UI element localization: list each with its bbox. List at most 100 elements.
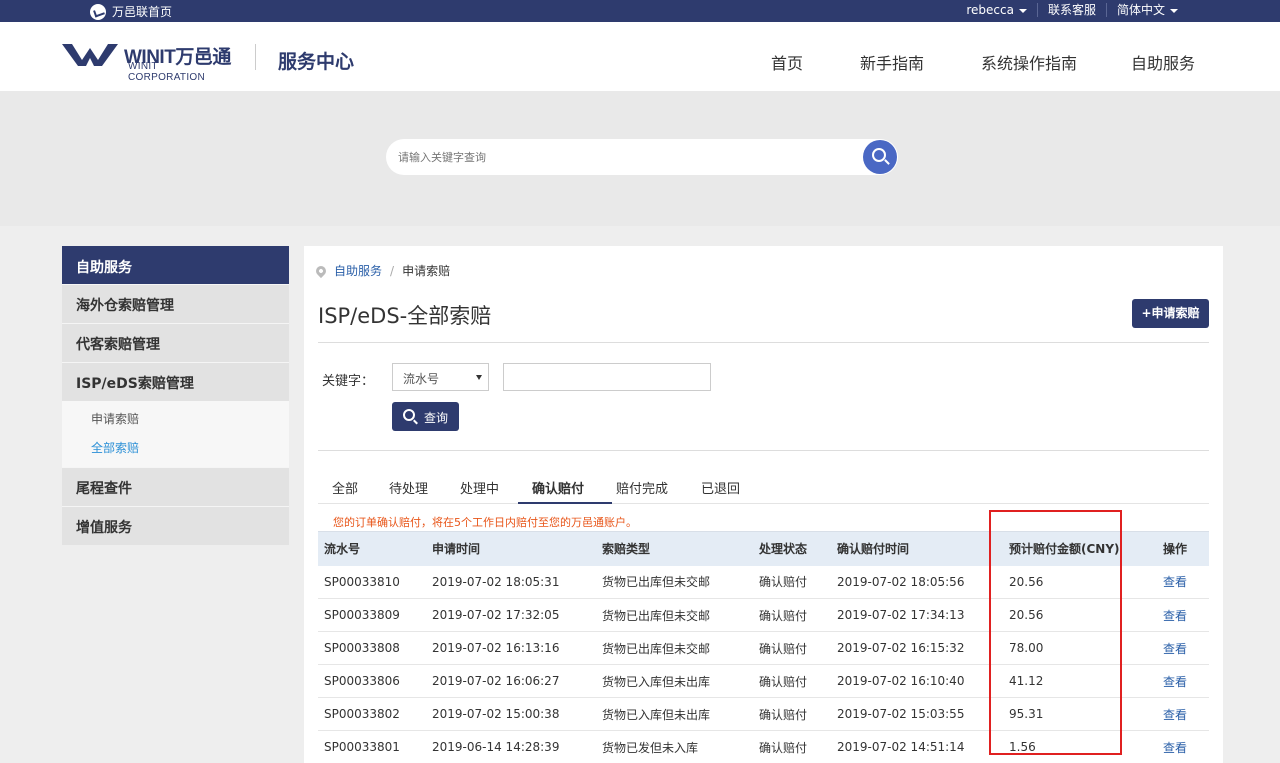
cell-status: 确认赔付	[753, 664, 831, 698]
service-center-title: 服务中心	[278, 51, 355, 73]
status-tabs: 全部 待处理 处理中 确认赔付 赔付完成 已退回	[318, 476, 1209, 504]
cell-serial: SP00033808	[318, 631, 426, 665]
location-pin-icon	[313, 263, 329, 278]
chevron-down-icon	[1170, 8, 1178, 13]
chevron-down-icon	[1018, 8, 1027, 13]
dropdown-arrow-icon	[476, 375, 482, 380]
col-status: 处理状态	[753, 531, 831, 566]
search-button[interactable]	[863, 140, 897, 174]
user-name: rebecca	[966, 3, 1014, 17]
cell-serial: SP00033806	[318, 664, 426, 698]
cell-serial: SP00033809	[318, 598, 426, 632]
sidebar-item-value-added[interactable]: 增值服务	[62, 506, 289, 545]
cell-apply-time: 2019-07-02 17:32:05	[426, 598, 596, 632]
keyword-label: 关键字：	[322, 374, 375, 389]
view-link[interactable]: 查看	[1141, 598, 1209, 632]
cell-claim-type: 货物已入库但未出库	[596, 664, 753, 698]
view-link[interactable]: 查看	[1141, 697, 1209, 731]
sidebar-item-isp-eds-claims[interactable]: ISP/eDS索赔管理	[62, 362, 289, 401]
cell-apply-time: 2019-06-14 14:28:39	[426, 730, 596, 763]
top-bar-right: rebecca 联系客服 简体中文	[956, 3, 1188, 17]
cell-confirm-time: 2019-07-02 14:51:14	[831, 730, 1003, 763]
top-bar: 万邑联首页 rebecca 联系客服 简体中文	[0, 0, 1280, 22]
search-box	[386, 139, 898, 175]
user-menu[interactable]: rebecca	[956, 3, 1037, 17]
language-menu[interactable]: 简体中文	[1105, 3, 1188, 17]
tab-confirmed-payout[interactable]: 确认赔付	[532, 478, 584, 497]
query-button[interactable]: 查询	[392, 402, 459, 431]
view-link[interactable]: 查看	[1141, 565, 1209, 599]
divider	[318, 342, 1209, 343]
sidebar-subitem-all-claims[interactable]: 全部索赔	[62, 434, 289, 463]
cell-claim-type: 货物已入库但未出库	[596, 697, 753, 731]
search-band	[0, 91, 1280, 226]
sidebar-head: 自助服务	[62, 246, 289, 284]
sidebar-item-overseas-claims[interactable]: 海外仓索赔管理	[62, 284, 289, 323]
cell-serial: SP00033810	[318, 565, 426, 599]
cell-claim-type: 货物已发但未入库	[596, 730, 753, 763]
sidebar-item-last-mile-tracking[interactable]: 尾程查件	[62, 467, 289, 506]
cell-apply-time: 2019-07-02 16:13:16	[426, 631, 596, 665]
cell-confirm-time: 2019-07-02 16:10:40	[831, 664, 1003, 698]
nav-home[interactable]: 首页	[771, 50, 803, 74]
nav-self-service[interactable]: 自助服务	[1131, 50, 1195, 74]
cell-claim-type: 货物已出库但未交邮	[596, 598, 753, 632]
tab-returned[interactable]: 已退回	[701, 478, 740, 497]
cell-apply-time: 2019-07-02 15:00:38	[426, 697, 596, 731]
active-tab-indicator	[518, 502, 612, 504]
brand-subtitle: WINIT CORPORATION	[128, 61, 206, 83]
amount-column-highlight	[989, 510, 1122, 755]
breadcrumb-root[interactable]: 自助服务	[334, 262, 382, 279]
col-claim-type: 索赔类型	[596, 531, 753, 566]
tab-processing[interactable]: 处理中	[460, 478, 499, 497]
breadcrumb-separator: /	[390, 263, 395, 278]
cell-status: 确认赔付	[753, 598, 831, 632]
query-button-label: 查询	[424, 411, 449, 425]
keyword-type-select[interactable]: 流水号	[392, 363, 489, 391]
col-action: 操作	[1141, 531, 1209, 566]
cell-serial: SP00033802	[318, 697, 426, 731]
search-input[interactable]	[398, 148, 838, 166]
tab-payout-complete[interactable]: 赔付完成	[616, 478, 668, 497]
language-label: 简体中文	[1116, 3, 1165, 17]
cell-confirm-time: 2019-07-02 18:05:56	[831, 565, 1003, 599]
cell-status: 确认赔付	[753, 697, 831, 731]
header-divider	[255, 44, 256, 70]
add-claim-button[interactable]: +申请索赔	[1132, 299, 1209, 328]
cell-status: 确认赔付	[753, 565, 831, 599]
sidebar-submenu: 申请索赔 全部索赔	[62, 401, 289, 467]
cell-status: 确认赔付	[753, 730, 831, 763]
nav-operation-guide[interactable]: 系统操作指南	[981, 50, 1077, 74]
keyword-input[interactable]	[503, 363, 711, 391]
col-apply-time: 申请时间	[426, 531, 596, 566]
view-link[interactable]: 查看	[1141, 664, 1209, 698]
contact-service-link[interactable]: 联系客服	[1036, 3, 1106, 17]
cell-apply-time: 2019-07-02 18:05:31	[426, 565, 596, 599]
tab-pending[interactable]: 待处理	[389, 478, 428, 497]
breadcrumb: 自助服务 / 申请索赔	[313, 262, 451, 279]
brand-logo-icon	[90, 3, 106, 20]
view-link[interactable]: 查看	[1141, 730, 1209, 763]
winit-w-icon	[62, 44, 118, 66]
brand-logo[interactable]: WINIT万邑通 WINIT CORPORATION	[62, 42, 237, 83]
view-link[interactable]: 查看	[1141, 631, 1209, 665]
home-link-label: 万邑联首页	[112, 5, 173, 19]
cell-claim-type: 货物已出库但未交邮	[596, 565, 753, 599]
cell-apply-time: 2019-07-02 16:06:27	[426, 664, 596, 698]
sidebar-subitem-apply-claim[interactable]: 申请索赔	[62, 405, 289, 434]
home-link[interactable]: 万邑联首页	[90, 3, 172, 20]
page-title: ISP/eDS-全部索赔	[318, 304, 492, 328]
col-serial: 流水号	[318, 531, 426, 566]
cell-serial: SP00033801	[318, 730, 426, 763]
keyword-type-value: 流水号	[403, 372, 440, 386]
breadcrumb-current: 申请索赔	[402, 264, 451, 278]
nav-beginner-guide[interactable]: 新手指南	[860, 50, 924, 74]
tab-all[interactable]: 全部	[332, 478, 358, 497]
sidebar-item-proxy-claims[interactable]: 代客索赔管理	[62, 323, 289, 362]
col-confirm-time: 确认赔付时间	[831, 531, 1003, 566]
cell-confirm-time: 2019-07-02 17:34:13	[831, 598, 1003, 632]
cell-claim-type: 货物已出库但未交邮	[596, 631, 753, 665]
cell-confirm-time: 2019-07-02 15:03:55	[831, 697, 1003, 731]
site-header: WINIT万邑通 WINIT CORPORATION 服务中心 首页 新手指南 …	[0, 22, 1280, 91]
cell-status: 确认赔付	[753, 631, 831, 665]
